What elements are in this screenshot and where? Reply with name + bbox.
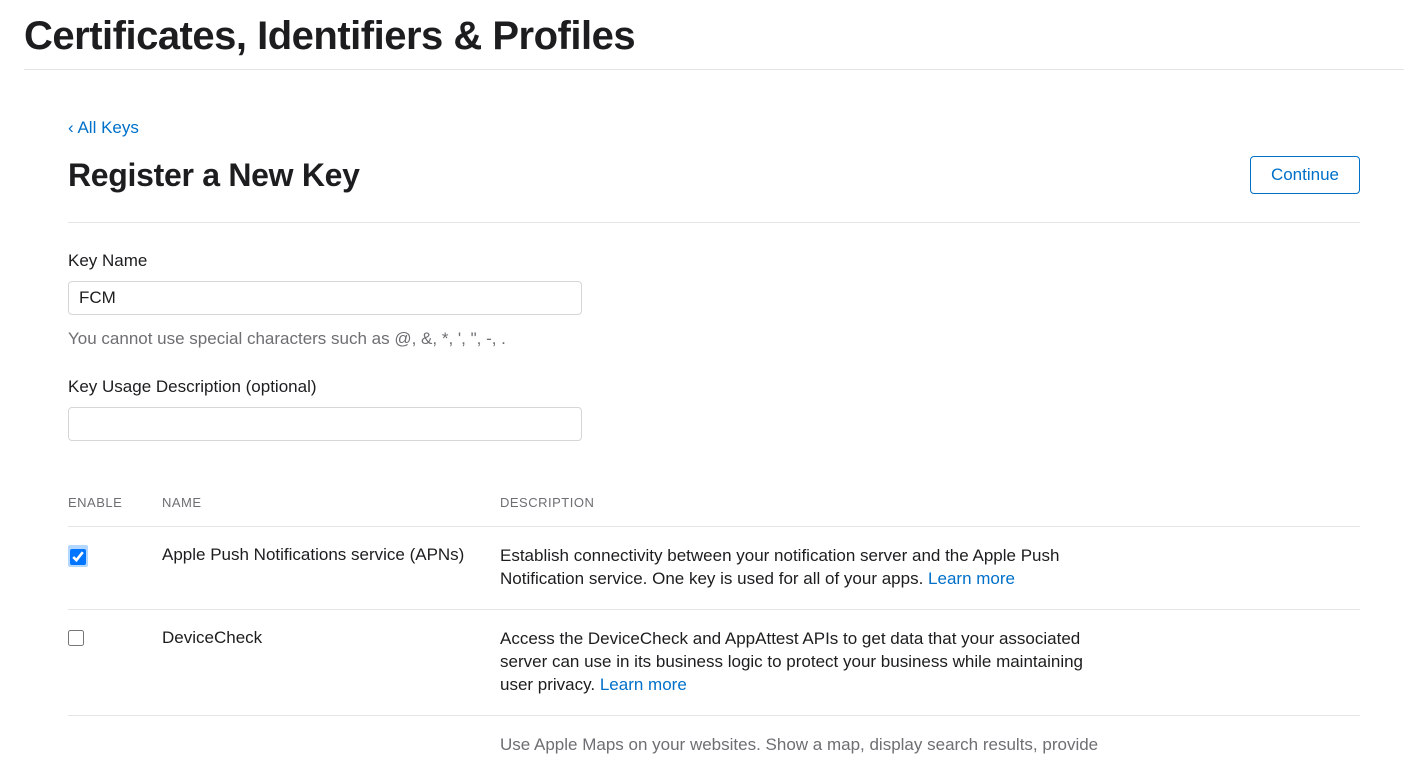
key-usage-label: Key Usage Description (optional): [68, 377, 1360, 397]
col-header-name: NAME: [162, 495, 500, 527]
breadcrumb: All Keys: [68, 118, 1360, 138]
col-header-enable: ENABLE: [68, 495, 162, 527]
service-row-devicecheck: DeviceCheck Access the DeviceCheck and A…: [68, 609, 1360, 715]
key-name-help-text: You cannot use special characters such a…: [68, 329, 1360, 349]
learn-more-link[interactable]: Learn more: [928, 569, 1015, 588]
enable-checkbox-devicecheck[interactable]: [68, 630, 84, 646]
service-description-truncated: Use Apple Maps on your websites. Show a …: [500, 735, 1098, 754]
page-title: Certificates, Identifiers & Profiles: [24, 0, 1404, 70]
key-name-input[interactable]: [68, 281, 582, 315]
services-table: ENABLE NAME DESCRIPTION Apple Push Notif…: [68, 495, 1360, 757]
service-row-apns: Apple Push Notifications service (APNs) …: [68, 527, 1360, 610]
service-description: Access the DeviceCheck and AppAttest API…: [500, 629, 1083, 694]
learn-more-link[interactable]: Learn more: [600, 675, 687, 694]
key-usage-input[interactable]: [68, 407, 582, 441]
service-name: DeviceCheck: [162, 609, 500, 715]
section-title: Register a New Key: [68, 157, 360, 194]
continue-button[interactable]: Continue: [1250, 156, 1360, 194]
enable-checkbox-apns[interactable]: [70, 549, 86, 565]
key-name-label: Key Name: [68, 251, 1360, 271]
col-header-description: DESCRIPTION: [500, 495, 1360, 527]
service-name: Apple Push Notifications service (APNs): [162, 527, 500, 610]
service-row-truncated: Use Apple Maps on your websites. Show a …: [68, 715, 1360, 756]
back-link-all-keys[interactable]: All Keys: [68, 118, 139, 137]
